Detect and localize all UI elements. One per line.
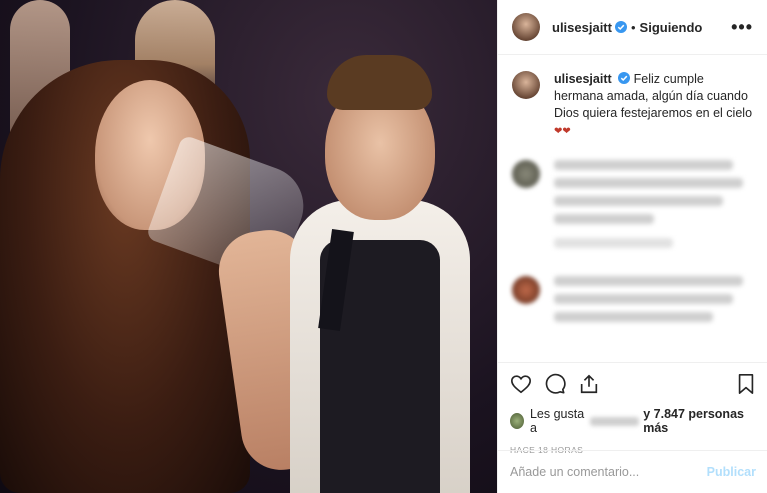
add-comment-bar: Publicar xyxy=(498,450,767,493)
comment-input[interactable] xyxy=(510,465,707,479)
header-separator: • xyxy=(630,19,636,35)
post-photo[interactable] xyxy=(0,0,497,493)
comment-avatar[interactable] xyxy=(512,276,540,304)
follow-status-button[interactable]: Siguiendo xyxy=(640,20,703,35)
user-avatar[interactable] xyxy=(512,13,540,41)
likes-summary[interactable]: Les gusta a y 7.847 personas más xyxy=(510,407,756,435)
post-side-panel: ulisesjaitt • Siguiendo ••• ulisesjaitt … xyxy=(497,0,767,493)
heart-icon[interactable] xyxy=(510,373,532,395)
caption-username[interactable]: ulisesjaitt xyxy=(554,72,612,86)
liker-avatar[interactable] xyxy=(510,413,524,429)
verified-badge-icon xyxy=(618,72,631,84)
post-caption: ulisesjaitt Feliz cumple hermana amada, … xyxy=(498,55,767,140)
likes-prefix: Les gusta a xyxy=(529,407,585,435)
comment-avatar[interactable] xyxy=(512,160,540,188)
action-icons-row xyxy=(510,373,756,395)
post-actions: Les gusta a y 7.847 personas más HACE 18… xyxy=(498,362,767,455)
comment-icon[interactable] xyxy=(544,373,566,395)
bookmark-icon[interactable] xyxy=(736,373,756,395)
caption-text-block: ulisesjaitt Feliz cumple hermana amada, … xyxy=(554,71,753,140)
heart-emoji: ❤❤ xyxy=(554,126,571,137)
post-header: ulisesjaitt • Siguiendo ••• xyxy=(498,0,767,55)
caption-avatar[interactable] xyxy=(512,71,540,99)
verified-badge-icon xyxy=(614,21,627,33)
comment-item xyxy=(512,276,753,330)
comment-blurred-text xyxy=(554,276,753,330)
publish-button[interactable]: Publicar xyxy=(707,465,756,479)
likes-count[interactable]: y 7.847 personas más xyxy=(643,407,756,435)
more-options-icon[interactable]: ••• xyxy=(731,17,753,38)
photo-man-hair xyxy=(327,55,432,110)
comments-list xyxy=(498,160,767,330)
liker-name-blurred xyxy=(590,416,640,426)
share-icon[interactable] xyxy=(578,373,600,395)
comment-blurred-text xyxy=(554,160,753,256)
comment-item xyxy=(512,160,753,256)
header-username[interactable]: ulisesjaitt xyxy=(552,20,612,35)
